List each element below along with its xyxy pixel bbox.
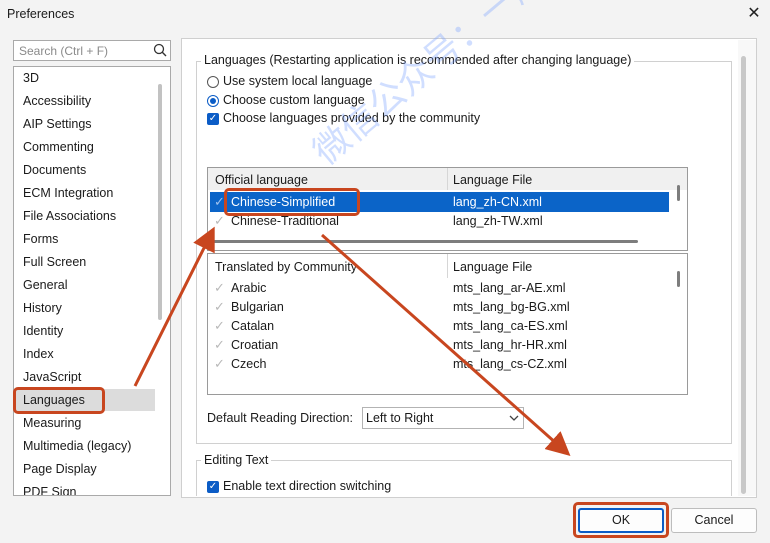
arrow-to-ok-button (321, 233, 571, 456)
arrow-to-language-table (133, 226, 215, 387)
